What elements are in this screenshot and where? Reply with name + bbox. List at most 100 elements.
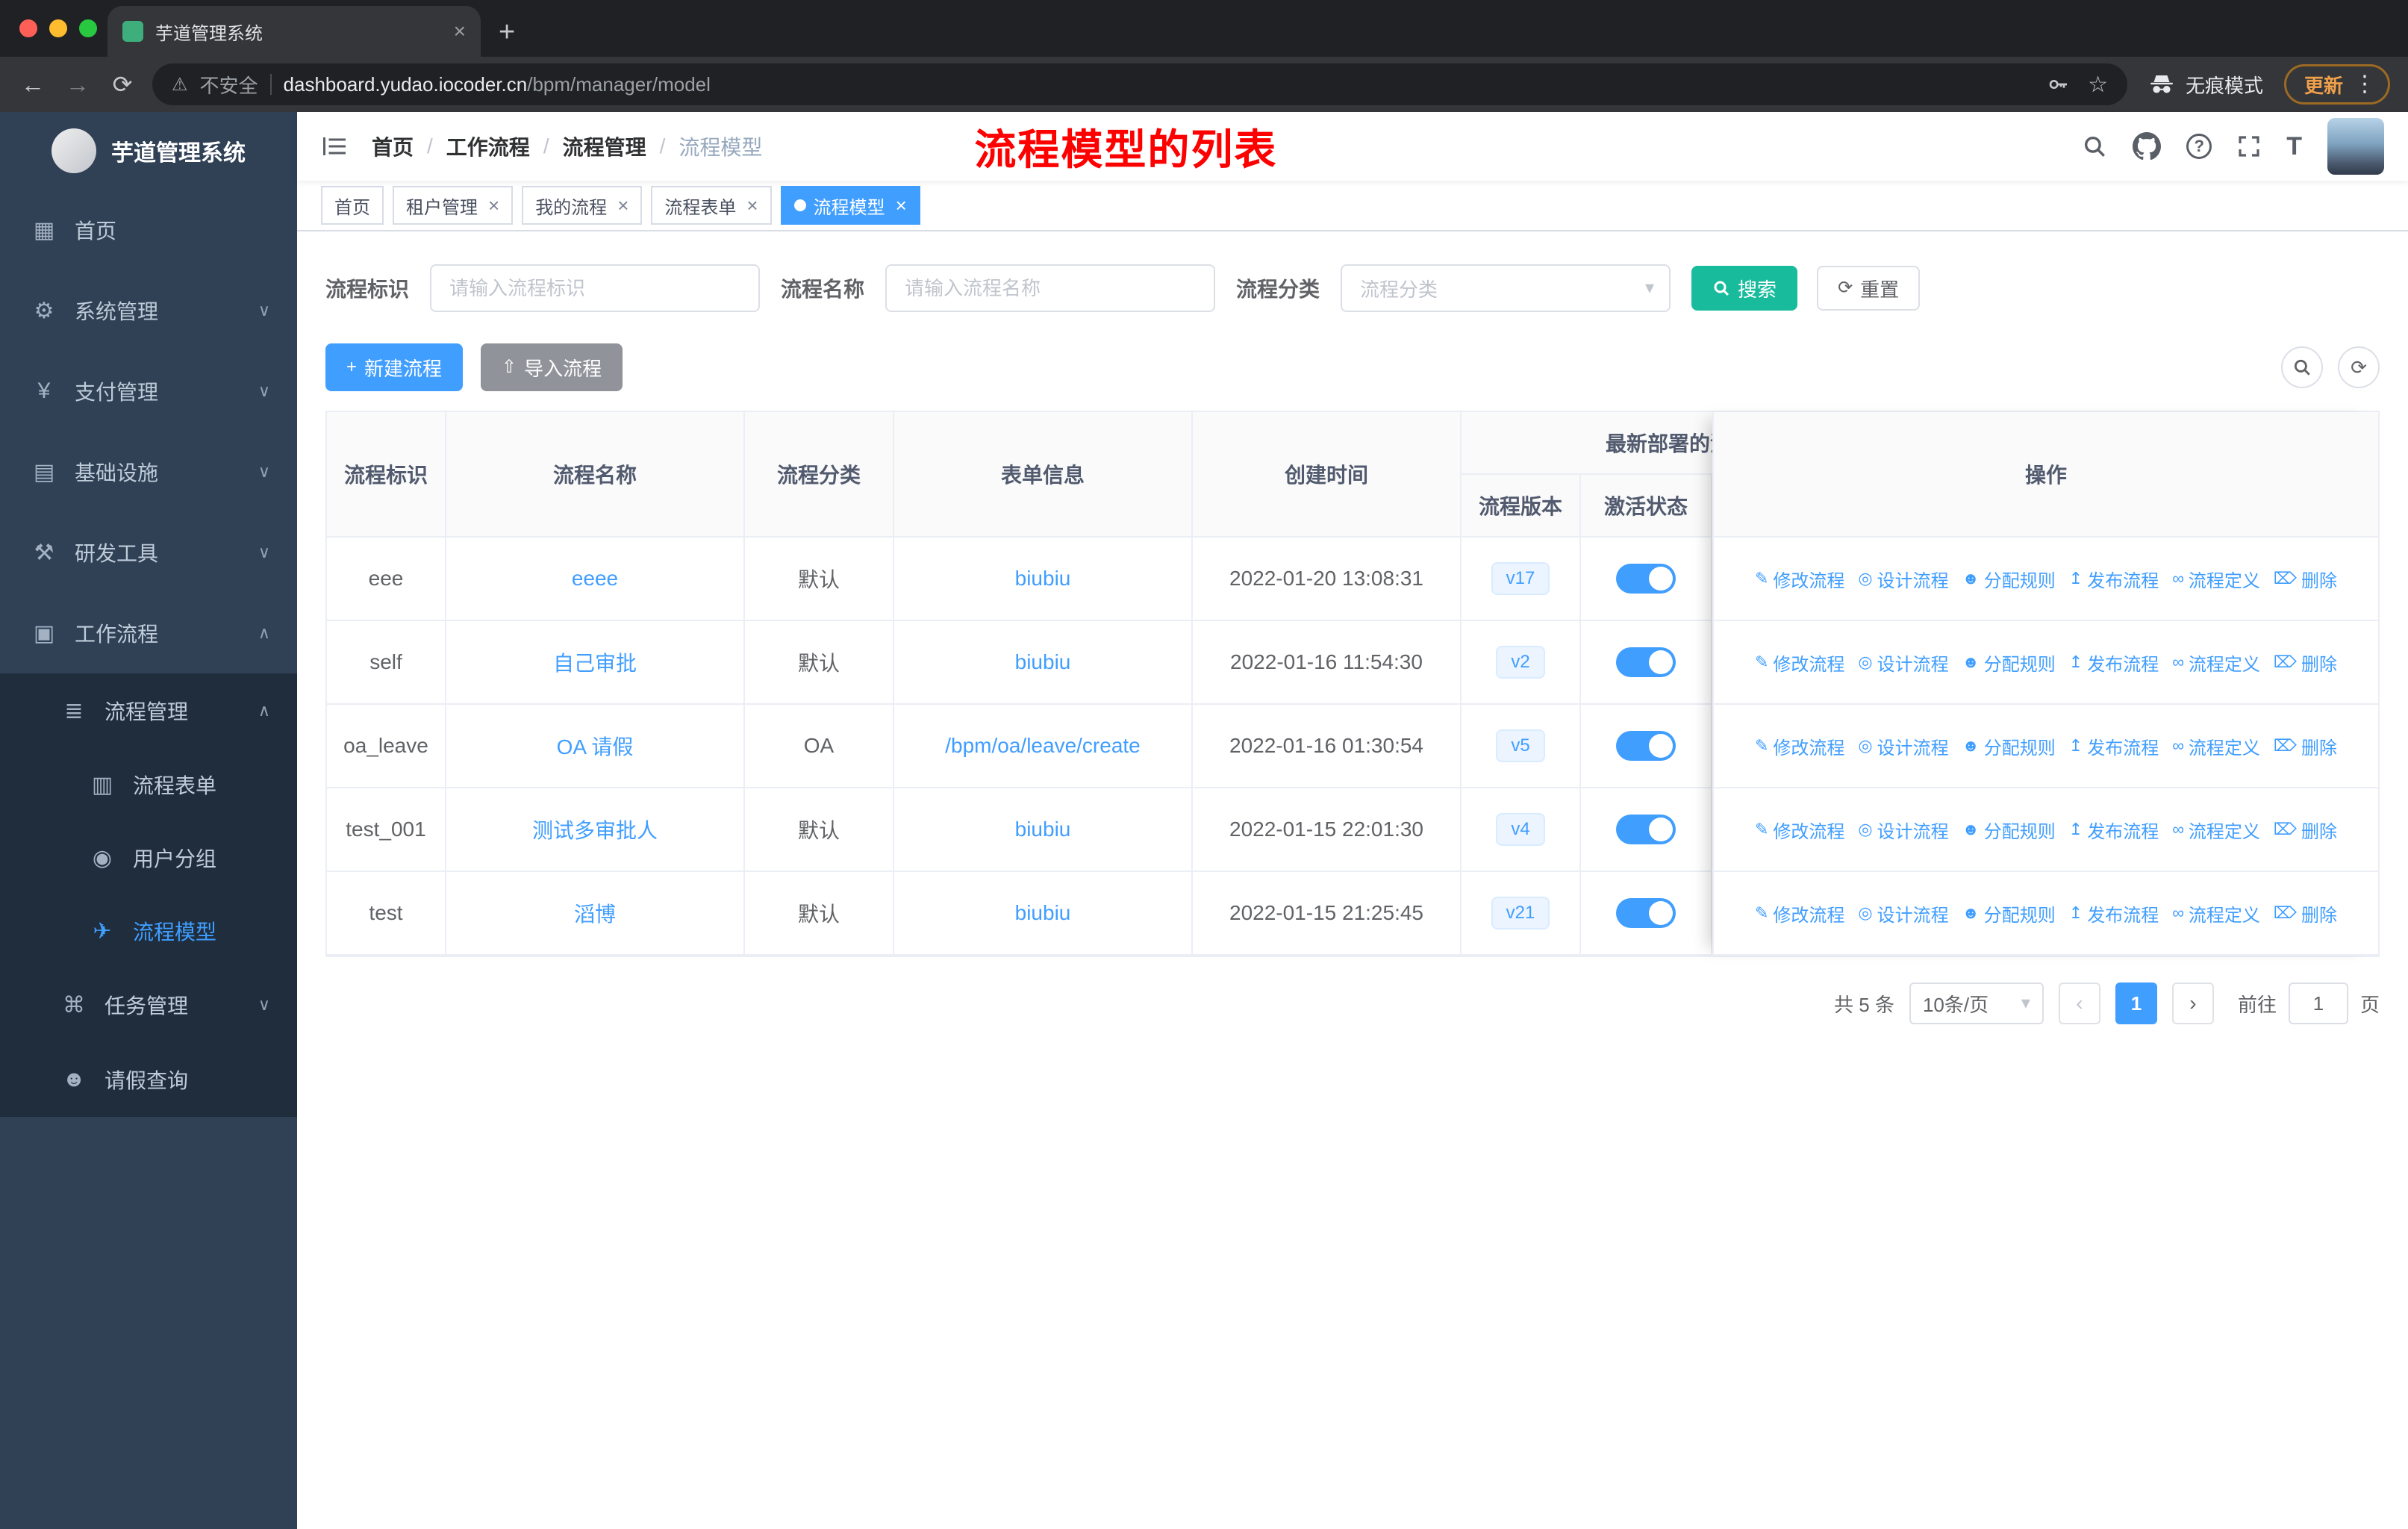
assign-rule-link[interactable]: ☻ 分配规则 [1962,566,2056,592]
close-icon[interactable]: × [617,196,628,215]
edit-process-link[interactable]: ✎ 修改流程 [1755,900,1844,927]
form-info-link[interactable]: /bpm/oa/leave/create [945,734,1141,758]
create-process-button[interactable]: + 新建流程 [325,343,464,391]
help-icon[interactable]: ? [2186,134,2212,159]
assign-rule-link[interactable]: ☻ 分配规则 [1962,817,2056,843]
edit-process-link[interactable]: ✎ 修改流程 [1755,817,1844,843]
page-number-button[interactable]: 1 [2115,983,2157,1024]
search-icon[interactable] [2082,134,2107,159]
breadcrumb-process-mgmt[interactable]: 流程管理 [563,131,646,161]
process-definition-link[interactable]: ∞ 流程定义 [2172,650,2260,676]
assign-rule-link[interactable]: ☻ 分配规则 [1962,650,2056,676]
form-info-link[interactable]: biubiu [1015,567,1071,591]
sidebar-logo[interactable]: 芋道管理系统 [0,112,297,190]
tag-process-model[interactable]: 流程模型 × [780,186,920,225]
import-process-button[interactable]: ⇧ 导入流程 [481,343,623,391]
sidebar-item-infrastructure[interactable]: ▤ 基础设施 ∨ [0,432,297,512]
form-info-link[interactable]: biubiu [1015,901,1071,925]
edit-process-link[interactable]: ✎ 修改流程 [1755,566,1844,592]
reload-icon[interactable]: ⟳ [107,72,137,96]
form-info-link[interactable]: biubiu [1015,650,1071,674]
github-icon[interactable] [2133,132,2162,161]
search-button[interactable]: 搜索 [1691,266,1798,311]
active-toggle[interactable] [1616,731,1676,761]
sidebar-item-task-mgmt[interactable]: ⌘ 任务管理 ∨ [0,968,297,1042]
close-icon[interactable]: × [746,196,758,215]
design-process-link[interactable]: ◎ 设计流程 [1858,817,1948,843]
reset-button[interactable]: ⟳ 重置 [1817,266,1921,311]
tag-process-form[interactable]: 流程表单 × [651,186,772,225]
process-category-select[interactable]: 流程分类 ▾ [1341,264,1671,312]
active-toggle[interactable] [1616,815,1676,844]
tag-home[interactable]: 首页 [321,186,384,225]
breadcrumb-workflow[interactable]: 工作流程 [446,131,530,161]
address-bar[interactable]: ⚠ 不安全 dashboard.yudao.iocoder.cn/bpm/man… [152,63,2127,105]
next-page-button[interactable]: › [2171,983,2214,1024]
chrome-update-chip[interactable]: 更新 ⋮ [2283,64,2390,105]
process-name-link[interactable]: 自己审批 [553,647,637,677]
publish-process-link[interactable]: ↥ 发布流程 [2069,817,2159,843]
process-definition-link[interactable]: ∞ 流程定义 [2172,817,2260,843]
new-tab-button[interactable]: + [499,18,515,46]
publish-process-link[interactable]: ↥ 发布流程 [2069,650,2159,676]
tag-my-process[interactable]: 我的流程 × [522,186,643,225]
forward-icon[interactable]: → [63,72,93,96]
active-toggle[interactable] [1616,898,1676,928]
sidebar-item-process-model[interactable]: ✈ 流程模型 [0,894,297,968]
bookmark-star-icon[interactable]: ☆ [2088,72,2108,98]
delete-process-link[interactable]: ⌦ 删除 [2274,900,2337,927]
sidebar-item-home[interactable]: ▦ 首页 [0,190,297,270]
show-search-button[interactable] [2281,346,2323,388]
process-name-input[interactable] [885,264,1216,312]
delete-process-link[interactable]: ⌦ 删除 [2274,733,2337,759]
goto-page-input[interactable] [2288,983,2348,1024]
sidebar-item-process-form[interactable]: ▥ 流程表单 [0,748,297,821]
process-name-link[interactable]: 滔博 [574,898,616,928]
delete-process-link[interactable]: ⌦ 删除 [2274,566,2337,592]
active-toggle[interactable] [1616,647,1676,677]
back-icon[interactable]: ← [18,72,48,96]
breadcrumb-home[interactable]: 首页 [372,131,414,161]
font-size-icon[interactable]: T [2286,134,2302,159]
assign-rule-link[interactable]: ☻ 分配规则 [1962,900,2056,927]
tab-close-icon[interactable]: × [454,19,466,43]
process-key-input[interactable] [430,264,761,312]
design-process-link[interactable]: ◎ 设计流程 [1858,733,1948,759]
browser-menu-icon[interactable]: ⋮ [2354,73,2376,96]
sidebar-collapse-icon[interactable] [321,133,348,160]
process-name-link[interactable]: OA 请假 [557,731,634,761]
assign-rule-link[interactable]: ☻ 分配规则 [1962,733,2056,759]
publish-process-link[interactable]: ↥ 发布流程 [2069,566,2159,592]
sidebar-item-user-group[interactable]: ◉ 用户分组 [0,821,297,894]
update-label[interactable]: 更新 [2304,71,2343,99]
browser-tab[interactable]: 芋道管理系统 × [107,6,481,57]
zoom-window-button[interactable] [79,19,97,37]
active-toggle[interactable] [1616,564,1676,594]
close-window-button[interactable] [19,19,37,37]
sidebar-item-system-mgmt[interactable]: ⚙ 系统管理 ∨ [0,270,297,351]
sidebar-item-process-mgmt[interactable]: ≣ 流程管理 ∧ [0,673,297,748]
sidebar-item-dev-tools[interactable]: ⚒ 研发工具 ∨ [0,512,297,593]
edit-process-link[interactable]: ✎ 修改流程 [1755,650,1844,676]
close-icon[interactable]: × [488,196,499,215]
tag-tenant-mgmt[interactable]: 租户管理 × [393,186,514,225]
process-name-link[interactable]: eeee [572,567,618,591]
form-info-link[interactable]: biubiu [1015,818,1071,841]
page-size-select[interactable]: 10条/页 ▾ [1909,983,2044,1024]
refresh-table-button[interactable]: ⟳ [2338,346,2380,388]
prev-page-button[interactable]: ‹ [2058,983,2100,1024]
process-definition-link[interactable]: ∞ 流程定义 [2172,566,2260,592]
minimize-window-button[interactable] [49,19,67,37]
sidebar-item-workflow[interactable]: ▣ 工作流程 ∧ [0,593,297,673]
design-process-link[interactable]: ◎ 设计流程 [1858,566,1948,592]
security-label[interactable]: 不安全 [200,71,258,99]
process-name-link[interactable]: 测试多审批人 [532,815,658,844]
delete-process-link[interactable]: ⌦ 删除 [2274,650,2337,676]
process-definition-link[interactable]: ∞ 流程定义 [2172,900,2260,927]
password-key-icon[interactable] [2046,72,2070,96]
design-process-link[interactable]: ◎ 设计流程 [1858,900,1948,927]
close-icon[interactable]: × [896,196,907,215]
publish-process-link[interactable]: ↥ 发布流程 [2069,900,2159,927]
sidebar-item-payment-mgmt[interactable]: ¥ 支付管理 ∨ [0,351,297,432]
process-definition-link[interactable]: ∞ 流程定义 [2172,733,2260,759]
